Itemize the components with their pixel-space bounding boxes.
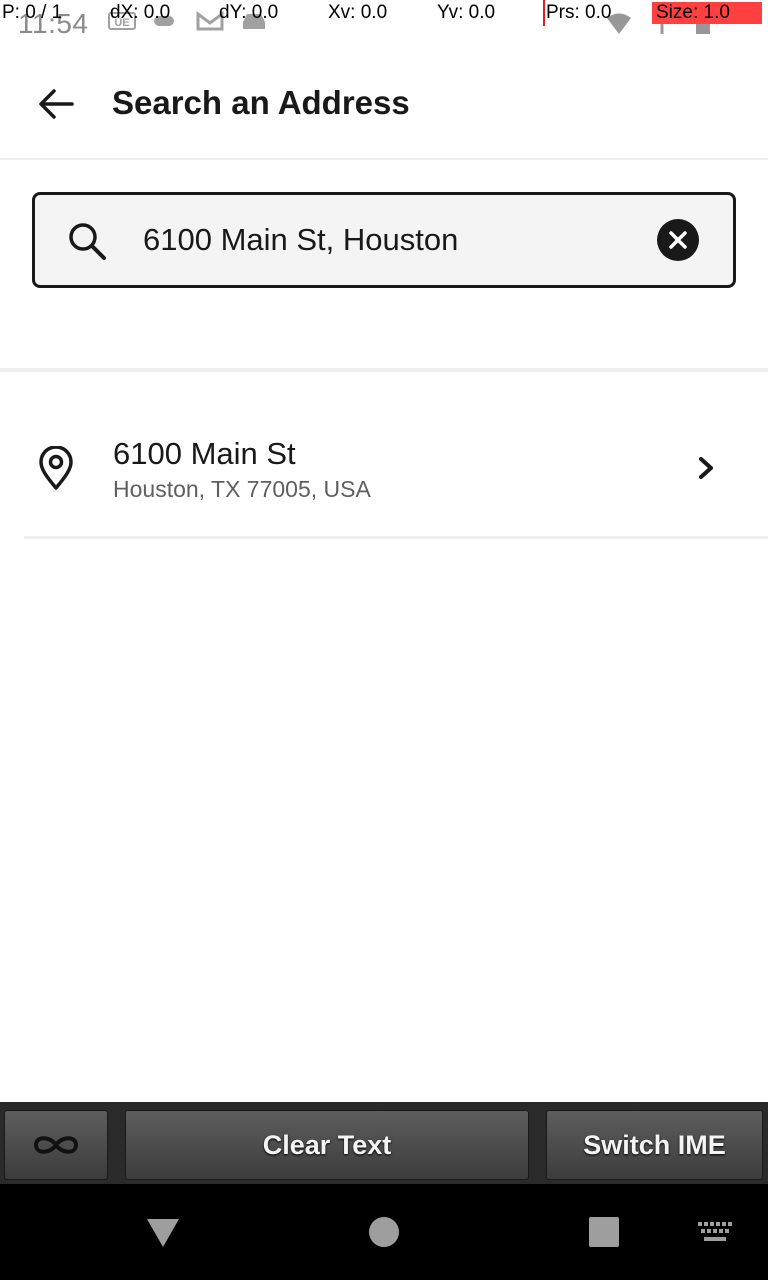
address-search-input[interactable]	[143, 195, 643, 285]
address-search-field[interactable]	[32, 192, 736, 288]
nav-recents-icon	[589, 1217, 619, 1247]
overlay-xv: Xv: 0.0	[328, 2, 388, 23]
clear-search-button[interactable]	[657, 219, 699, 261]
result-title: 6100 Main St	[113, 436, 296, 471]
nav-back-button[interactable]	[133, 1208, 193, 1258]
location-pin-icon	[39, 446, 73, 490]
switch-ime-button[interactable]: Switch IME	[546, 1110, 763, 1180]
chevron-right-icon	[699, 457, 713, 479]
nav-home-icon	[369, 1217, 399, 1247]
infinity-icon	[33, 1136, 79, 1154]
nav-recents-button[interactable]	[574, 1202, 634, 1262]
ime-toolbar: Clear Text Switch IME	[0, 1102, 768, 1184]
clear-text-button[interactable]: Clear Text	[125, 1110, 529, 1180]
back-button[interactable]	[30, 78, 82, 130]
pointer-overlay: P: 0 / 1 dX: 0.0 dY: 0.0 Xv: 0.0 Yv: 0.0…	[0, 0, 768, 26]
overlay-pressure: Prs: 0.0	[546, 2, 612, 23]
loop-button[interactable]	[4, 1110, 108, 1180]
overlay-size: Size: 1.0	[652, 2, 762, 24]
result-divider	[24, 536, 768, 539]
search-icon	[69, 223, 106, 260]
navigation-bar	[0, 1184, 768, 1280]
nav-home-button[interactable]	[354, 1202, 414, 1262]
result-subtitle: Houston, TX 77005, USA	[113, 476, 371, 502]
arrow-left-icon	[39, 89, 74, 119]
overlay-dy: dY: 0.0	[219, 2, 279, 23]
nav-back-icon	[147, 1219, 179, 1247]
page-title: Search an Address	[112, 84, 410, 121]
overlay-dx: dX: 0.0	[110, 2, 171, 23]
address-result-item[interactable]: 6100 Main St Houston, TX 77005, USA	[0, 400, 768, 538]
section-divider	[0, 368, 768, 372]
overlay-pointer-count: P: 0 / 1	[2, 2, 63, 23]
keyboard-icon	[698, 1222, 732, 1241]
overlay-pressure-marker	[543, 0, 545, 26]
keyboard-button[interactable]	[690, 1214, 740, 1250]
overlay-yv: Yv: 0.0	[437, 2, 496, 23]
close-icon	[669, 231, 687, 249]
app-bar: Search an Address	[0, 48, 768, 160]
